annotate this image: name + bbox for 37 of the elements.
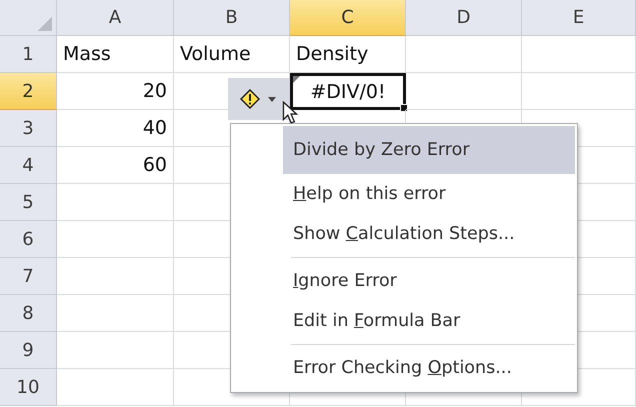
table-cell[interactable]: 40 [57,110,174,147]
error-options-button[interactable] [228,78,290,120]
caret-icon [268,96,276,102]
select-all-corner[interactable] [0,0,57,36]
table-cell[interactable]: 20 [57,73,174,110]
menu-item[interactable]: Error Checking Options... [283,348,575,388]
menu-header: Divide by Zero Error [283,126,575,174]
row-header[interactable]: 8 [0,295,57,332]
column-header[interactable]: E [522,0,636,36]
row-header[interactable]: 4 [0,147,57,184]
empty-cell[interactable] [522,36,636,73]
column-header[interactable]: A [57,0,174,36]
table-cell[interactable]: Mass [57,36,174,73]
menu-item[interactable]: Help on this error [283,174,575,214]
menu-item[interactable]: Edit in Formula Bar [283,301,575,341]
row-header[interactable]: 3 [0,110,57,147]
row-header[interactable]: 10 [0,369,57,406]
row-header[interactable]: 2 [0,73,57,110]
column-header[interactable]: C [290,0,406,36]
column-header[interactable]: D [406,0,522,36]
table-cell[interactable]: Density [290,36,406,73]
table-cell[interactable]: 60 [57,147,174,184]
row-header[interactable]: 6 [0,221,57,258]
row-header[interactable]: 1 [0,36,57,73]
menu-item[interactable]: Ignore Error [283,261,575,301]
row-header[interactable]: 5 [0,184,57,221]
empty-cell[interactable] [522,73,636,110]
table-cell[interactable]: Volume [174,36,290,73]
warning-icon [240,89,260,109]
fill-handle[interactable] [400,104,408,112]
empty-cell[interactable] [406,36,522,73]
row-header[interactable]: 7 [0,258,57,295]
column-header[interactable]: B [174,0,290,36]
empty-cell[interactable] [406,73,522,110]
row-header[interactable]: 9 [0,332,57,369]
menu-item[interactable]: Show Calculation Steps... [283,214,575,254]
corner-triangle-icon [36,15,52,31]
